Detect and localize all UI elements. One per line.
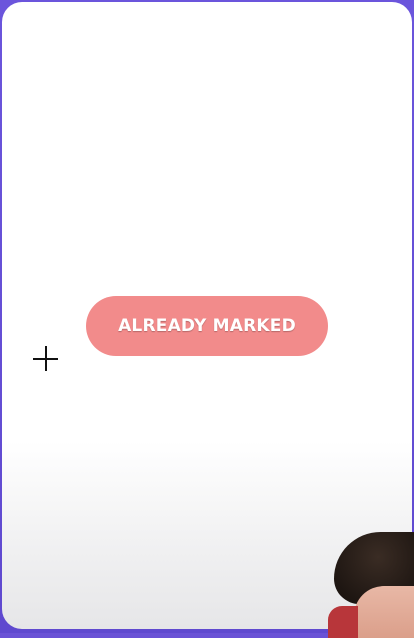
webcam-face-shape [354, 586, 414, 638]
webcam-overlay-image [328, 528, 414, 638]
already-marked-button[interactable]: ALREADY MARKED [86, 296, 328, 356]
webcam-shirt-shape [328, 606, 358, 638]
crosshair-icon [33, 346, 58, 371]
